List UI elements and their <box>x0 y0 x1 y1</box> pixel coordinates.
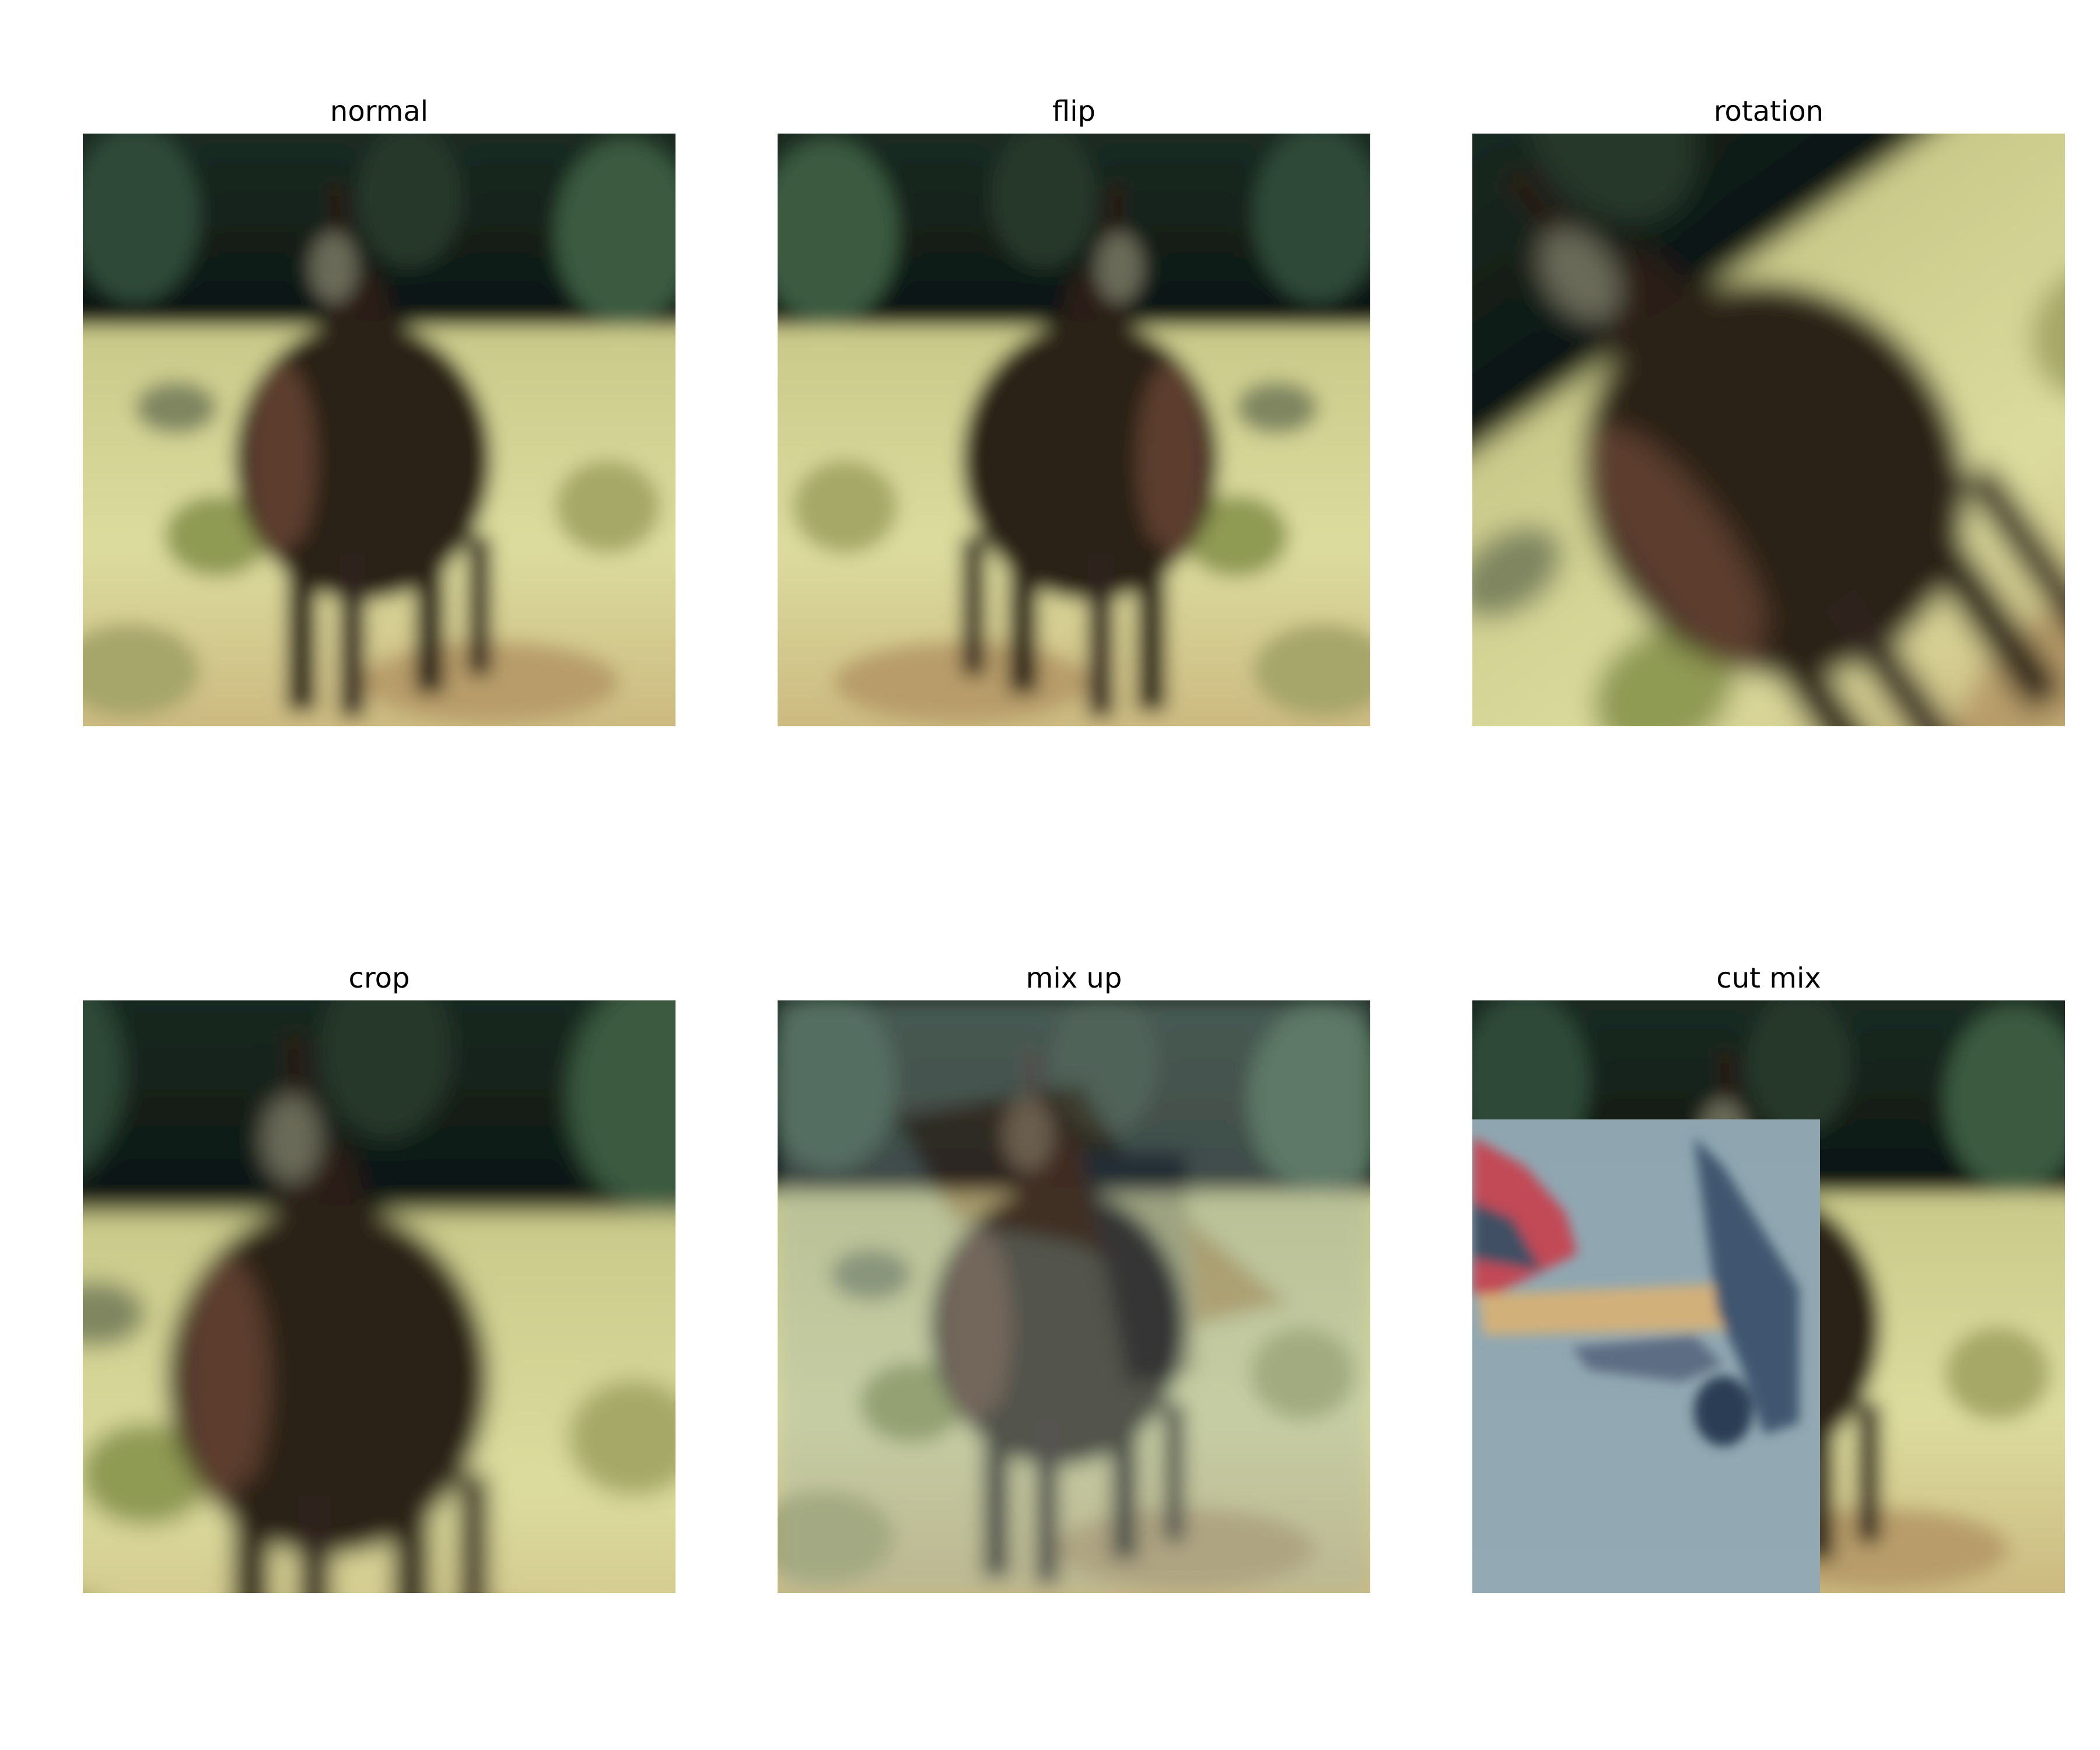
panel-title: flip <box>1052 95 1096 128</box>
panel-title: rotation <box>1713 95 1824 128</box>
deer-image <box>83 134 676 726</box>
panel-title: normal <box>330 95 429 128</box>
deer-image-cutmix <box>1472 1000 2065 1593</box>
deer-image-cropped <box>83 1000 676 1593</box>
deer-image-flipped <box>778 134 1370 726</box>
airplane-patch <box>1472 1119 1820 1593</box>
deer-image-mixup <box>778 1000 1370 1593</box>
deer-image-rotated <box>1472 134 2065 726</box>
panel-title: mix up <box>1026 962 1122 995</box>
panel-title: crop <box>348 962 410 995</box>
panel-title: cut mix <box>1716 962 1821 995</box>
